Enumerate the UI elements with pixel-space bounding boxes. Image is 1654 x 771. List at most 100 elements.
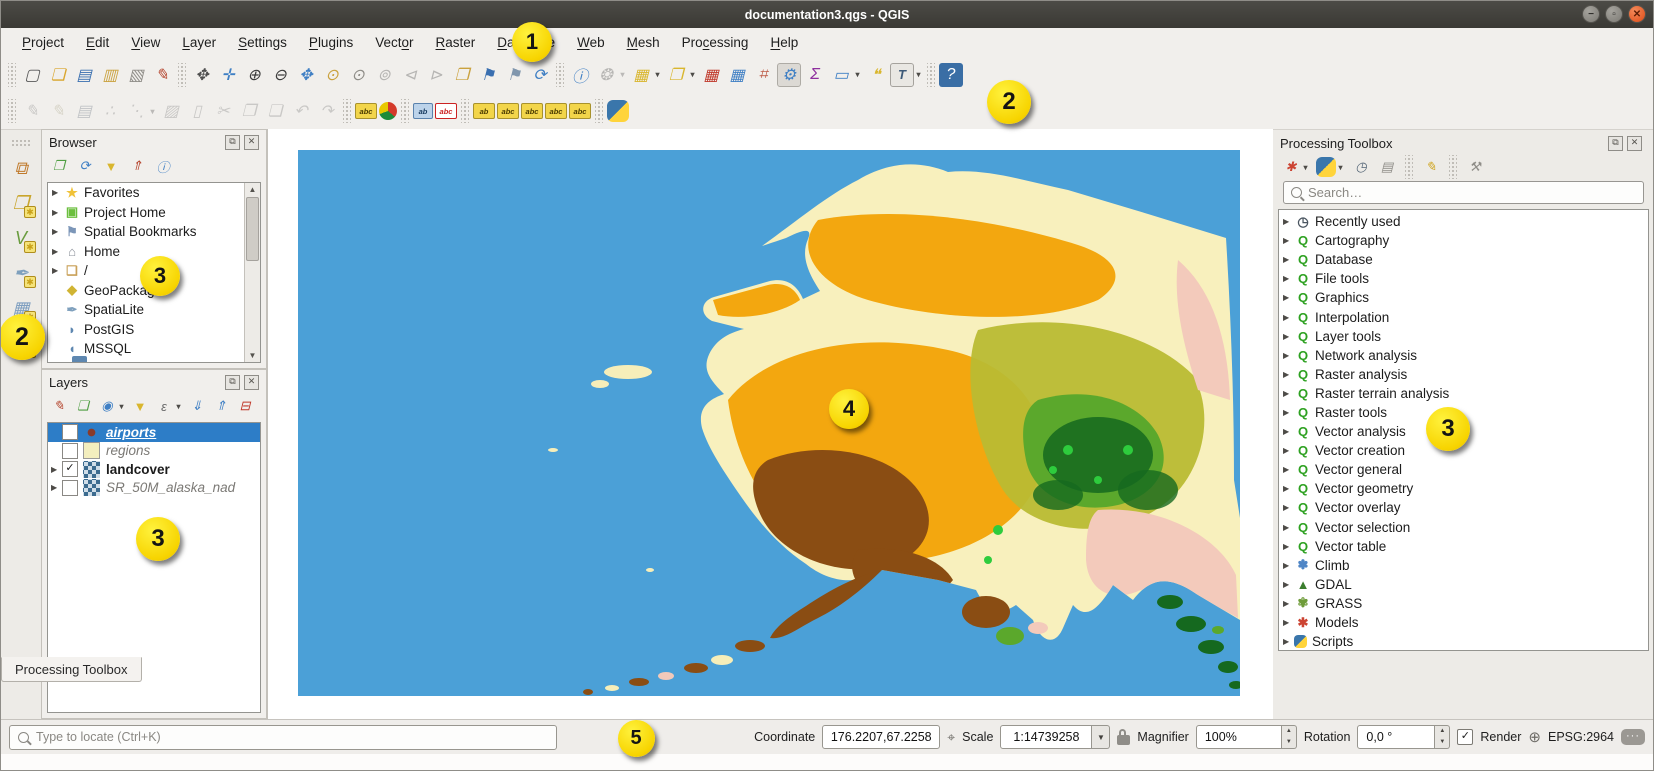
show-layout-manager-icon[interactable]: ▧▾ <box>124 63 148 87</box>
zoom-to-selection-icon[interactable]: ⊙▾ <box>320 63 344 87</box>
close-panel-icon[interactable]: ✕ <box>244 135 259 150</box>
layer-labeling-options-icon[interactable]: abc▾ <box>355 103 377 119</box>
identify-features-icon[interactable]: ⓘ▾ <box>568 63 592 87</box>
select-features-by-value-icon[interactable]: ❐▾ <box>664 63 697 87</box>
collapse-all-layers-icon[interactable]: ⇑▾ <box>211 396 231 416</box>
measure-icon[interactable]: ▭▾ <box>829 63 862 87</box>
processing-group-item[interactable]: ▶QRaster terrain analysis <box>1279 384 1648 403</box>
expand-arrow-icon[interactable]: ▶ <box>52 208 63 217</box>
help-icon[interactable]: ?▾ <box>939 63 963 87</box>
undo-icon[interactable]: ↶▾ <box>289 99 313 123</box>
processing-group-item[interactable]: ▶QFile tools <box>1279 269 1648 288</box>
layer-diagram-options-icon[interactable]: ▾ <box>379 102 397 120</box>
processing-group-item[interactable]: ▶QCartography <box>1279 231 1648 250</box>
expand-arrow-icon[interactable]: ▶ <box>1283 408 1294 417</box>
expand-arrow-icon[interactable]: ▶ <box>1283 370 1294 379</box>
processing-group-item[interactable]: ▶✱Models <box>1279 613 1648 632</box>
locate-input[interactable]: Type to locate (Ctrl+K) <box>9 725 557 750</box>
statistical-summary-icon[interactable]: Σ▾ <box>803 63 827 87</box>
new-geopackage-layer-icon[interactable]: ❒✱ <box>8 190 34 216</box>
browser-tree-item[interactable]: ▶⚑Spatial Bookmarks <box>48 222 244 242</box>
processing-group-item[interactable]: ▶QVector selection <box>1279 518 1648 537</box>
detach-panel-icon[interactable]: ⧉ <box>225 135 240 150</box>
layer-visibility-checkbox[interactable] <box>62 480 78 496</box>
toggle-editing-icon[interactable]: ✎▾ <box>46 99 70 123</box>
pan-to-selection-icon[interactable]: ✛▾ <box>216 63 240 87</box>
zoom-in-icon[interactable]: ⊕▾ <box>242 63 266 87</box>
processing-group-item[interactable]: ▶QInterpolation <box>1279 307 1648 326</box>
move-label-icon[interactable]: abc▾ <box>521 103 543 119</box>
magnifier-spinbox[interactable]: 100% <box>1196 725 1282 749</box>
current-edits-icon[interactable]: ✎▾ <box>20 99 44 123</box>
expand-arrow-icon[interactable]: ▶ <box>1283 293 1294 302</box>
scale-combobox[interactable]: 1:14739258 <box>1000 725 1092 749</box>
menu-item[interactable]: Help <box>759 31 809 54</box>
properties-widget-icon[interactable]: ⓘ▾ <box>153 156 173 176</box>
processing-group-item[interactable]: ▶QVector general <box>1279 460 1648 479</box>
expand-arrow-icon[interactable]: ▶ <box>1283 618 1294 627</box>
refresh-map-icon[interactable]: ⟳▾ <box>528 63 552 87</box>
expand-arrow-icon[interactable]: ▶ <box>52 227 63 236</box>
menu-item[interactable]: Raster <box>425 31 487 54</box>
add-feature-icon[interactable]: ∴▾ <box>98 99 122 123</box>
refresh-browser-icon[interactable]: ⟳▾ <box>75 156 95 176</box>
menu-item[interactable]: Layer <box>171 31 227 54</box>
processing-toolbox-icon[interactable]: ⚙▾ <box>777 63 801 87</box>
add-group-icon[interactable]: ❏▾ <box>73 396 93 416</box>
expand-arrow-icon[interactable]: ▶ <box>1283 503 1294 512</box>
history-icon[interactable]: ◷▾ <box>1351 157 1371 177</box>
dropdown-arrow-icon[interactable]: ▾ <box>653 70 662 79</box>
expand-arrow-icon[interactable]: ▶ <box>52 266 63 275</box>
filter-by-expression-icon[interactable]: ε▾ <box>154 396 183 416</box>
expand-arrow-icon[interactable]: ▶ <box>1283 255 1294 264</box>
statistics-icon[interactable]: ⌗▾ <box>751 63 775 87</box>
scroll-up-icon[interactable]: ▲ <box>245 183 260 196</box>
change-label-icon[interactable]: abc▾ <box>569 103 591 119</box>
show-hide-labels-icon[interactable]: abc▾ <box>497 103 519 119</box>
layer-visibility-checkbox[interactable] <box>62 424 78 440</box>
menu-item[interactable]: Web <box>566 31 616 54</box>
coordinate-input[interactable]: 176.2207,67.2258 <box>822 725 940 749</box>
vertex-tool-icon[interactable]: ⋱▾ <box>124 99 157 123</box>
new-print-layout-icon[interactable]: ▥▾ <box>98 63 122 87</box>
expand-arrow-icon[interactable]: ▶ <box>1283 599 1294 608</box>
lock-scale-icon[interactable] <box>1117 735 1130 745</box>
processing-group-item[interactable]: ▶QNetwork analysis <box>1279 346 1648 365</box>
python-console-icon[interactable]: ▾ <box>607 100 629 122</box>
maximize-button[interactable]: ▫ <box>1605 5 1623 23</box>
expand-arrow-icon[interactable]: ▶ <box>1283 313 1294 322</box>
scroll-down-icon[interactable]: ▼ <box>245 349 260 362</box>
filter-browser-icon[interactable]: ▼▾ <box>101 156 121 176</box>
processing-group-item[interactable]: ▶▲GDAL <box>1279 575 1648 594</box>
expand-arrow-icon[interactable]: ▶ <box>1283 523 1294 532</box>
browser-tree-item[interactable]: ▶★Favorites <box>48 183 244 203</box>
expand-arrow-icon[interactable]: ▶ <box>1283 637 1294 646</box>
python-menu-icon[interactable]: ▾ <box>1316 157 1345 177</box>
expand-arrow-icon[interactable]: ▶ <box>51 483 62 492</box>
expand-arrow-icon[interactable]: ▶ <box>1283 427 1294 436</box>
menu-item[interactable]: View <box>120 31 171 54</box>
expand-arrow-icon[interactable]: ▶ <box>1283 484 1294 493</box>
select-features-icon[interactable]: ▦▾ <box>629 63 662 87</box>
close-panel-icon[interactable]: ✕ <box>1627 136 1642 151</box>
extents-toggle-icon[interactable]: ⌖ <box>947 729 955 746</box>
modify-attributes-icon[interactable]: ▨▾ <box>159 99 183 123</box>
expand-arrow-icon[interactable]: ▶ <box>1283 542 1294 551</box>
filter-legend-icon[interactable]: ▼▾ <box>130 396 150 416</box>
highlight-pinned-labels-icon[interactable]: abc▾ <box>435 103 457 119</box>
processing-group-item[interactable]: ▶QVector table <box>1279 537 1648 556</box>
new-spatialite-layer-icon[interactable]: ✒✱ <box>8 260 34 286</box>
pin-labels-icon[interactable]: ab▾ <box>413 103 433 119</box>
processing-group-item[interactable]: ▶QVector overlay <box>1279 498 1648 517</box>
layer-row[interactable]: ▶SR_50M_alaska_nad <box>48 479 260 498</box>
expand-arrow-icon[interactable]: ▶ <box>1283 332 1294 341</box>
expand-arrow-icon[interactable]: ▶ <box>1283 465 1294 474</box>
expand-arrow-icon[interactable]: ▶ <box>1283 580 1294 589</box>
dropdown-arrow-icon[interactable]: ▾ <box>914 70 923 79</box>
layer-row[interactable]: ▶landcover <box>48 460 260 479</box>
data-source-manager-icon[interactable]: ⧉✱ <box>8 155 34 181</box>
menu-item[interactable]: Edit <box>75 31 120 54</box>
delete-selected-icon[interactable]: ▯▾ <box>185 99 209 123</box>
style-manager-icon[interactable]: ✎▾ <box>150 63 174 87</box>
processing-group-item[interactable]: ▶QVector geometry <box>1279 479 1648 498</box>
